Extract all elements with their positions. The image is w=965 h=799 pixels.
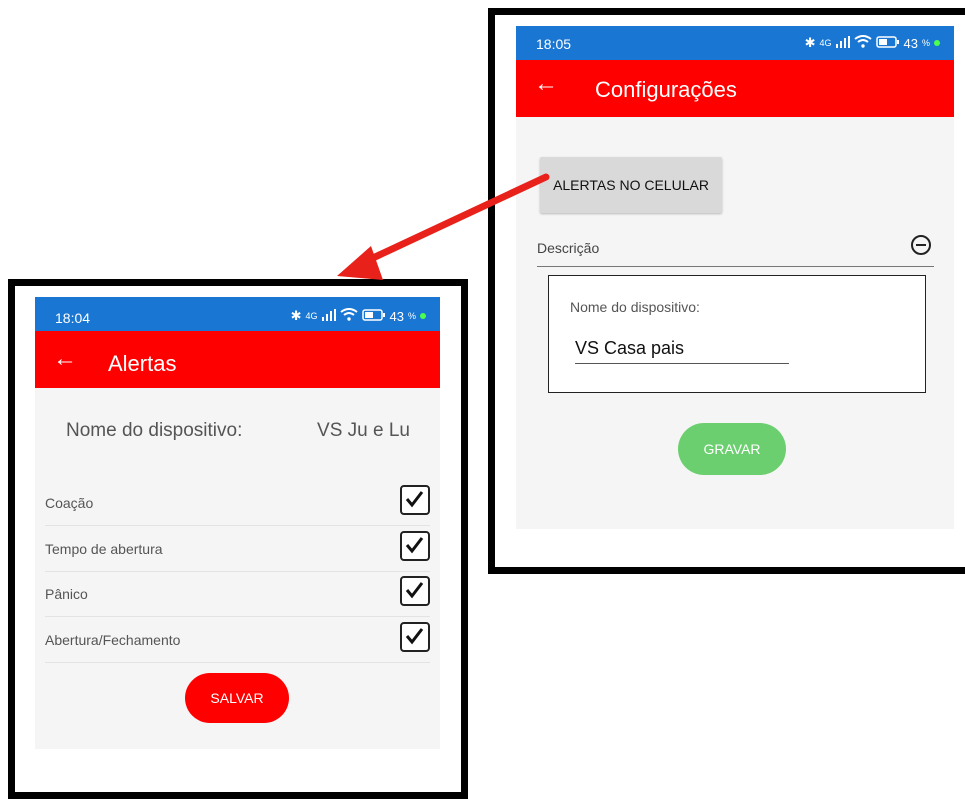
panico-checkbox[interactable] [400, 576, 430, 606]
bluetooth-icon: ✱ [290, 308, 302, 323]
app-bar: ← Alertas [35, 331, 440, 388]
description-header[interactable]: Descrição [537, 226, 934, 267]
status-time: 18:04 [55, 310, 91, 326]
wifi-icon [339, 308, 358, 324]
settings-screenshot-frame: 18:05 ✱ 4G 43 % ← Configurações ALERTAS … [488, 8, 965, 574]
tempo-abertura-checkbox[interactable] [400, 531, 430, 561]
collapse-icon[interactable] [910, 234, 932, 261]
alerts-screenshot-frame: 18:04 ✱ 4G 43 % ← Alertas Nome do dispos… [8, 279, 468, 799]
status-bar: 18:05 ✱ 4G 43 % [516, 26, 954, 60]
app-bar: ← Configurações [516, 60, 954, 117]
device-name-label: Nome do dispositivo: [570, 299, 700, 315]
privacy-indicator-icon [934, 40, 940, 46]
alert-label: Pânico [45, 586, 88, 602]
back-arrow-icon[interactable]: ← [53, 345, 77, 373]
status-bar: 18:04 ✱ 4G 43 % [35, 297, 440, 331]
privacy-indicator-icon [420, 313, 426, 319]
page-title: Configurações [595, 77, 737, 102]
network-type: 4G [819, 38, 832, 48]
signal-icon [835, 35, 850, 51]
abertura-fechamento-checkbox[interactable] [400, 622, 430, 652]
alert-label: Tempo de abertura [45, 541, 163, 557]
device-name-value: VS Ju e Lu [317, 420, 410, 441]
device-name-input[interactable]: VS Casa pais [575, 338, 789, 364]
indicator-dot: % [921, 38, 930, 48]
battery-icon [361, 308, 386, 324]
signal-icon [321, 308, 336, 324]
alerts-screen: 18:04 ✱ 4G 43 % ← Alertas Nome do dispos… [35, 297, 440, 749]
alert-row-abertura-fechamento: Abertura/Fechamento [45, 617, 430, 663]
status-time: 18:05 [536, 36, 572, 52]
battery-percent: 43 [903, 35, 918, 51]
alert-label: Coação [45, 495, 94, 511]
alert-row-coacao: Coação [45, 480, 430, 526]
coacao-checkbox[interactable] [400, 485, 430, 515]
battery-icon [875, 35, 900, 51]
settings-screen: 18:05 ✱ 4G 43 % ← Configurações ALERTAS … [516, 26, 954, 529]
alert-row-tempo-abertura: Tempo de abertura [45, 526, 430, 572]
alert-row-panico: Pânico [45, 571, 430, 617]
back-arrow-icon[interactable]: ← [534, 70, 558, 98]
bluetooth-icon: ✱ [804, 35, 816, 50]
record-button[interactable]: GRAVAR [678, 423, 786, 475]
alert-label: Abertura/Fechamento [45, 632, 181, 648]
network-type: 4G [305, 311, 318, 321]
device-name-box: Nome do dispositivo: VS Casa pais [548, 275, 926, 393]
device-name-label: Nome do dispositivo: [66, 420, 243, 441]
wifi-icon [853, 35, 872, 51]
description-label: Descrição [537, 240, 600, 256]
battery-percent: 43 [389, 308, 404, 324]
indicator-dot: % [407, 311, 416, 321]
page-title: Alertas [108, 351, 177, 376]
save-button[interactable]: SALVAR [185, 673, 289, 723]
alerts-on-phone-button[interactable]: ALERTAS NO CELULAR [540, 157, 722, 213]
